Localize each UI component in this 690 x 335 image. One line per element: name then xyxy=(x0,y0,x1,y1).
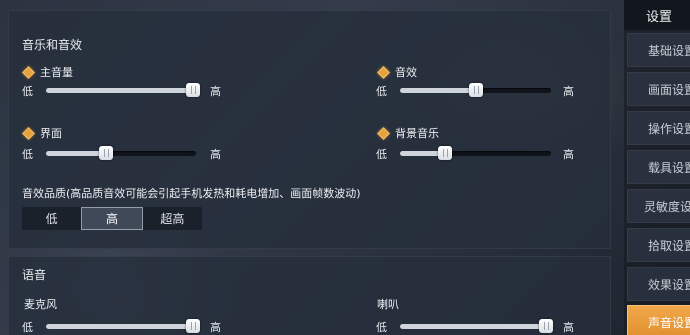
microphone-label: 麦克风 xyxy=(24,298,57,311)
microphone-high-label: 高 xyxy=(210,321,221,334)
sound-effects-label: 音效 xyxy=(377,64,417,80)
slider-fill xyxy=(400,88,476,93)
sidebar-item-sound[interactable]: 声音设置 xyxy=(627,305,690,335)
background-music-high-label: 高 xyxy=(563,148,574,161)
diamond-bullet-icon xyxy=(22,126,35,140)
audio-section-title: 音乐和音效 xyxy=(22,38,83,52)
voice-section-title: 语音 xyxy=(22,268,47,282)
sound-quality-description: 音效品质(高品质音效可能会引起手机发热和耗电增加、画面帧数波动) xyxy=(22,187,361,200)
slider-fill xyxy=(46,88,198,93)
slider-thumb[interactable] xyxy=(99,146,113,160)
quality-option-ultra[interactable]: 超高 xyxy=(143,207,202,230)
diamond-bullet-icon xyxy=(22,65,35,79)
speaker-label: 喇叭 xyxy=(377,298,399,311)
interface-sound-text: 界面 xyxy=(40,127,62,140)
interface-sound-high-label: 高 xyxy=(210,148,221,161)
interface-sound-low-label: 低 xyxy=(22,148,33,161)
sidebar-item-graphics[interactable]: 画面设置 xyxy=(627,72,690,106)
slider-fill xyxy=(46,151,106,156)
sidebar-item-sensitivity[interactable]: 灵敏度设置 xyxy=(627,189,690,223)
quality-option-high[interactable]: 高 xyxy=(81,207,143,230)
sidebar-title: 设置 xyxy=(624,0,690,30)
slider-thumb[interactable] xyxy=(186,83,200,97)
sound-quality-selector: 低 高 超高 xyxy=(22,207,202,230)
diamond-bullet-icon xyxy=(377,126,390,140)
background-music-slider[interactable] xyxy=(400,146,551,160)
master-volume-label: 主音量 xyxy=(22,64,73,80)
slider-thumb[interactable] xyxy=(438,146,453,160)
sidebar-item-controls[interactable]: 操作设置 xyxy=(627,111,690,145)
master-volume-slider[interactable] xyxy=(46,83,200,97)
sidebar-item-vehicle[interactable]: 载具设置 xyxy=(627,150,690,184)
slider-fill xyxy=(400,324,551,329)
microphone-low-label: 低 xyxy=(22,321,33,334)
slider-thumb[interactable] xyxy=(539,319,553,333)
sound-effects-low-label: 低 xyxy=(376,85,387,98)
sidebar-item-effects[interactable]: 效果设置 xyxy=(627,267,690,301)
background-music-label: 背景音乐 xyxy=(377,125,439,141)
sidebar-item-pickup[interactable]: 拾取设置 xyxy=(627,228,690,262)
slider-thumb[interactable] xyxy=(186,319,200,333)
master-volume-high-label: 高 xyxy=(210,85,221,98)
speaker-low-label: 低 xyxy=(376,321,387,334)
quality-option-low[interactable]: 低 xyxy=(22,207,81,230)
interface-sound-label: 界面 xyxy=(22,125,62,141)
sound-effects-text: 音效 xyxy=(395,66,417,79)
sound-effects-high-label: 高 xyxy=(563,85,574,98)
master-volume-text: 主音量 xyxy=(40,66,73,79)
speaker-high-label: 高 xyxy=(563,321,574,334)
microphone-slider[interactable] xyxy=(46,319,200,333)
background-music-text: 背景音乐 xyxy=(395,127,439,140)
master-volume-low-label: 低 xyxy=(22,85,33,98)
speaker-slider[interactable] xyxy=(400,319,553,333)
background-music-low-label: 低 xyxy=(376,148,387,161)
diamond-bullet-icon xyxy=(377,65,390,79)
interface-sound-slider[interactable] xyxy=(46,146,196,160)
sidebar-item-basic[interactable]: 基础设置 xyxy=(627,33,690,67)
sound-effects-slider[interactable] xyxy=(400,83,551,97)
slider-fill xyxy=(46,324,198,329)
slider-thumb[interactable] xyxy=(468,83,483,97)
